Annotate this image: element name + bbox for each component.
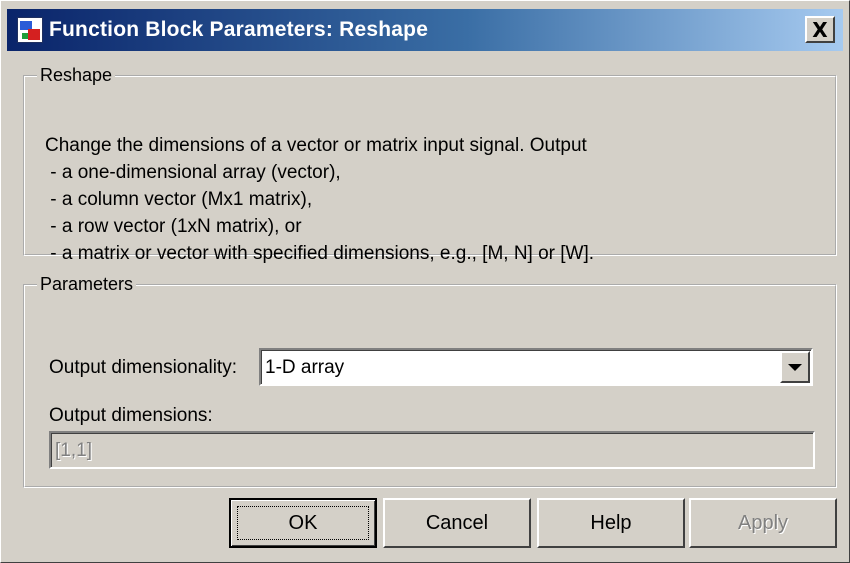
description-line: - a matrix or vector with specified dime… xyxy=(45,243,595,264)
icon-part-green xyxy=(22,33,28,39)
cancel-button[interactable]: Cancel xyxy=(383,498,531,548)
cancel-button-label: Cancel xyxy=(425,511,489,534)
block-description: Change the dimensions of a vector or mat… xyxy=(45,132,594,267)
description-line: - a row vector (1xN matrix), or xyxy=(45,216,302,237)
description-line: - a one-dimensional array (vector), xyxy=(45,162,341,183)
output-dimensionality-value: 1-D array xyxy=(265,357,345,378)
icon-part-red xyxy=(28,29,40,40)
apply-button-label: Apply xyxy=(737,511,789,534)
title-bar[interactable]: Function Block Parameters: Reshape X xyxy=(7,9,843,51)
apply-button: Apply xyxy=(689,498,837,548)
reshape-group: Reshape Change the dimensions of a vecto… xyxy=(23,65,837,264)
description-line: - a column vector (Mx1 matrix), xyxy=(45,189,313,210)
output-dimensionality-select[interactable]: 1-D array xyxy=(259,348,813,386)
output-dimensions-label: Output dimensions: xyxy=(49,405,213,426)
output-dimensions-value: [1,1] xyxy=(55,440,92,461)
close-icon: X xyxy=(812,17,828,42)
output-dimensions-field: [1,1] xyxy=(49,431,815,469)
chevron-down-icon xyxy=(788,363,802,371)
help-button[interactable]: Help xyxy=(537,498,685,548)
window-title: Function Block Parameters: Reshape xyxy=(49,18,429,41)
ok-button[interactable]: OK xyxy=(229,498,377,548)
simulink-block-icon xyxy=(17,17,43,43)
output-dimensionality-label: Output dimensionality: xyxy=(49,357,237,378)
help-button-label: Help xyxy=(590,511,632,534)
close-button[interactable]: X xyxy=(805,16,835,43)
parameters-group: Parameters Output dimensionality: 1-D ar… xyxy=(23,274,837,488)
dialog-window: Function Block Parameters: Reshape X Res… xyxy=(0,0,850,563)
dropdown-button[interactable] xyxy=(780,351,810,383)
ok-button-label: OK xyxy=(288,511,318,534)
parameters-group-legend: Parameters xyxy=(40,274,134,294)
description-line: Change the dimensions of a vector or mat… xyxy=(45,135,587,156)
reshape-group-legend: Reshape xyxy=(40,65,113,85)
